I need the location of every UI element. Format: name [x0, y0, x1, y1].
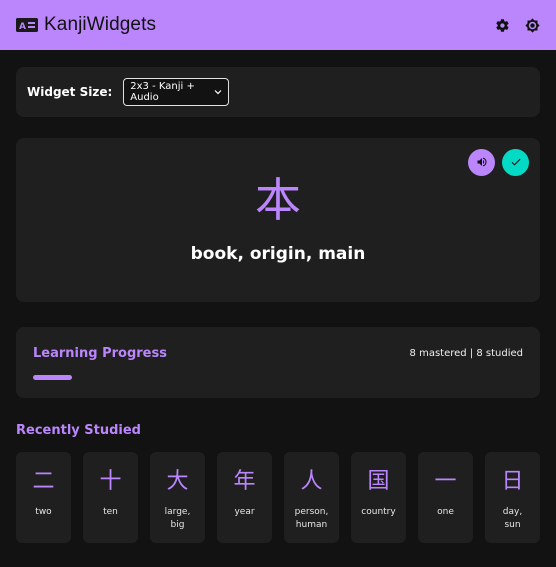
recent-kanji-item[interactable]: 年 year — [217, 452, 272, 543]
recent-kanji-item[interactable]: 二 two — [16, 452, 71, 543]
recent-kanji-character: 大 — [166, 469, 189, 494]
recent-kanji-meaning: year — [234, 507, 255, 517]
recent-kanji-character: 日 — [501, 469, 524, 494]
progress-stats: 8 mastered | 8 studied — [409, 348, 523, 359]
recent-kanji-character: 十 — [99, 469, 122, 494]
app-title: KanjiWidgets — [44, 14, 157, 35]
id-card-icon: A — [16, 18, 38, 32]
recently-studied-list: 二 two 十 ten 大 large, big 年 year 人 person, human 国 c… — [16, 452, 540, 543]
kanji-character: 本 — [255, 173, 301, 227]
kanji-card: 本 book, origin, main — [16, 138, 540, 302]
recent-kanji-character: 二 — [32, 469, 55, 494]
svg-text:A: A — [19, 22, 26, 32]
recent-kanji-character: 一 — [434, 469, 457, 494]
recent-kanji-character: 年 — [233, 469, 256, 494]
recent-kanji-meaning: person, human — [294, 507, 329, 530]
recent-kanji-meaning: country — [361, 507, 396, 517]
recent-kanji-meaning: ten — [103, 507, 118, 517]
kanji-meaning: book, origin, main — [190, 244, 366, 264]
progress-bar-fill — [33, 375, 72, 380]
recent-kanji-meaning: one — [437, 507, 454, 517]
recent-kanji-meaning: two — [35, 507, 52, 517]
recent-kanji-item[interactable]: 日 day, sun — [485, 452, 540, 543]
recent-kanji-item[interactable]: 十 ten — [83, 452, 138, 543]
brightness-icon[interactable] — [524, 17, 540, 33]
recent-kanji-item[interactable]: 大 large, big — [150, 452, 205, 543]
recent-kanji-character: 国 — [367, 469, 390, 494]
progress-title: Learning Progress — [33, 346, 167, 361]
app-header: A KanjiWidgets — [0, 0, 556, 50]
chevron-down-icon — [214, 87, 222, 98]
recent-kanji-character: 人 — [300, 469, 323, 494]
settings-gear-icon[interactable] — [494, 17, 510, 33]
recent-kanji-item[interactable]: 一 one — [418, 452, 473, 543]
recent-kanji-item[interactable]: 国 country — [351, 452, 406, 543]
widget-size-selected-value: 2x3 - Kanji + Audio — [130, 81, 195, 103]
recently-studied-title: Recently Studied — [16, 423, 141, 438]
widget-size-label: Widget Size: — [27, 85, 113, 99]
progress-bar — [33, 375, 523, 380]
widget-size-card: Widget Size: 2x3 - Kanji + Audio — [16, 67, 540, 117]
recent-kanji-meaning: day, sun — [502, 507, 523, 530]
recent-kanji-item[interactable]: 人 person, human — [284, 452, 339, 543]
learning-progress-card: Learning Progress 8 mastered | 8 studied — [16, 327, 540, 398]
recent-kanji-meaning: large, big — [164, 507, 191, 530]
widget-size-select[interactable]: 2x3 - Kanji + Audio — [123, 78, 230, 106]
